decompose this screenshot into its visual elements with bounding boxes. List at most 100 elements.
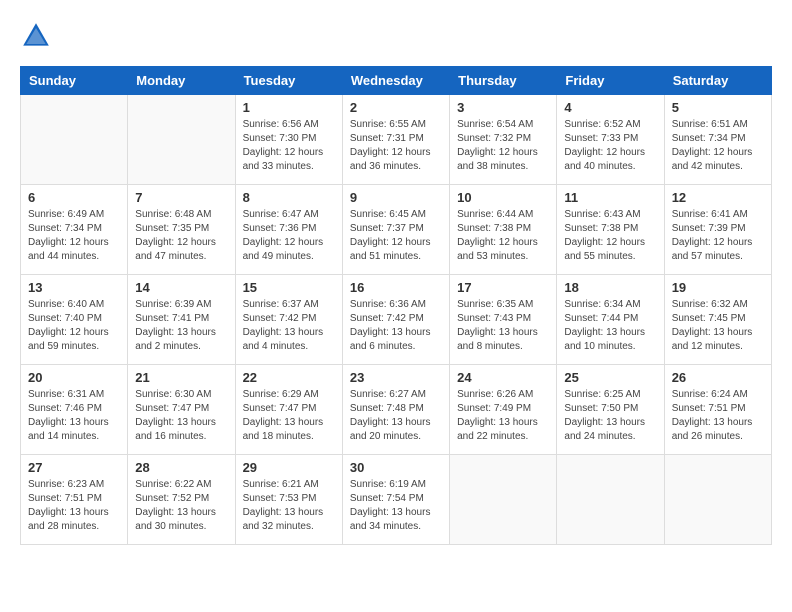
empty-cell: [664, 455, 771, 545]
week-row-3: 20 Sunrise: 6:31 AM Sunset: 7:46 PM Dayli…: [21, 365, 772, 455]
day-cell-4: 4 Sunrise: 6:52 AM Sunset: 7:33 PM Daylig…: [557, 95, 664, 185]
day-info: Sunrise: 6:35 AM Sunset: 7:43 PM Dayligh…: [457, 298, 549, 354]
day-cell-30: 30Sunrise: 6:19 AM Sunset: 7:54 PM Dayli…: [342, 455, 449, 545]
day-info: Sunrise: 6:55 AM Sunset: 7:31 PM Dayligh…: [350, 118, 442, 174]
day-cell-14: 14Sunrise: 6:39 AM Sunset: 7:41 PM Dayli…: [128, 275, 235, 365]
day-number: 27: [28, 460, 120, 475]
day-cell-23: 23 Sunrise: 6:27 AM Sunset: 7:48 PM Dayli…: [342, 365, 449, 455]
day-number: 26: [672, 370, 764, 385]
day-info: Sunrise: 6:24 AM Sunset: 7:51 PM Dayligh…: [672, 388, 764, 444]
day-cell-16: 16 Sunrise: 6:36 AM Sunset: 7:42 PM Dayli…: [342, 275, 449, 365]
day-number: 13: [28, 280, 120, 295]
day-number: 16: [350, 280, 442, 295]
day-info: Sunrise: 6:40 AM Sunset: 7:40 PM Dayligh…: [28, 298, 120, 354]
day-info: Sunrise: 6:43 AM Sunset: 7:38 PM Dayligh…: [564, 208, 656, 264]
day-info: Sunrise: 6:44 AM Sunset: 7:38 PM Dayligh…: [457, 208, 549, 264]
day-number: 17: [457, 280, 549, 295]
empty-cell: [450, 455, 557, 545]
day-cell-21: 21 Sunrise: 6:30 AM Sunset: 7:47 PM Dayli…: [128, 365, 235, 455]
day-info: Sunrise: 6:37 AM Sunset: 7:42 PM Dayligh…: [243, 298, 335, 354]
day-number: 8: [243, 190, 335, 205]
day-info: Sunrise: 6:31 AM Sunset: 7:46 PM Dayligh…: [28, 388, 120, 444]
day-info: Sunrise: 6:51 AM Sunset: 7:34 PM Dayligh…: [672, 118, 764, 174]
day-cell-15: 15 Sunrise: 6:37 AM Sunset: 7:42 PM Dayli…: [235, 275, 342, 365]
header-thursday: Thursday: [450, 67, 557, 95]
day-number: 10: [457, 190, 549, 205]
day-info: Sunrise: 6:56 AM Sunset: 7:30 PM Dayligh…: [243, 118, 335, 174]
day-cell-22: 22 Sunrise: 6:29 AM Sunset: 7:47 PM Dayli…: [235, 365, 342, 455]
week-row-4: 27 Sunrise: 6:23 AM Sunset: 7:51 PM Dayli…: [21, 455, 772, 545]
day-number: 24: [457, 370, 549, 385]
header-monday: Monday: [128, 67, 235, 95]
day-number: 21: [135, 370, 227, 385]
day-info: Sunrise: 6:36 AM Sunset: 7:42 PM Dayligh…: [350, 298, 442, 354]
day-cell-19: 19 Sunrise: 6:32 AM Sunset: 7:45 PM Dayli…: [664, 275, 771, 365]
day-cell-29: 29 Sunrise: 6:21 AM Sunset: 7:53 PM Dayli…: [235, 455, 342, 545]
week-row-2: 13 Sunrise: 6:40 AM Sunset: 7:40 PM Dayli…: [21, 275, 772, 365]
page: SundayMondayTuesdayWednesdayThursdayFrid…: [0, 0, 792, 555]
day-number: 11: [564, 190, 656, 205]
day-info: Sunrise: 6:52 AM Sunset: 7:33 PM Dayligh…: [564, 118, 656, 174]
day-info: Sunrise: 6:47 AM Sunset: 7:36 PM Dayligh…: [243, 208, 335, 264]
day-number: 1: [243, 100, 335, 115]
day-number: 12: [672, 190, 764, 205]
day-cell-6: 6 Sunrise: 6:49 AM Sunset: 7:34 PM Daylig…: [21, 185, 128, 275]
day-number: 20: [28, 370, 120, 385]
day-info: Sunrise: 6:25 AM Sunset: 7:50 PM Dayligh…: [564, 388, 656, 444]
header-tuesday: Tuesday: [235, 67, 342, 95]
week-row-1: 6 Sunrise: 6:49 AM Sunset: 7:34 PM Daylig…: [21, 185, 772, 275]
day-number: 3: [457, 100, 549, 115]
empty-cell: [21, 95, 128, 185]
calendar-table: SundayMondayTuesdayWednesdayThursdayFrid…: [20, 66, 772, 545]
day-number: 9: [350, 190, 442, 205]
calendar-header-row: SundayMondayTuesdayWednesdayThursdayFrid…: [21, 67, 772, 95]
empty-cell: [128, 95, 235, 185]
day-number: 25: [564, 370, 656, 385]
logo-icon: [20, 20, 52, 52]
week-row-0: 1 Sunrise: 6:56 AM Sunset: 7:30 PM Daylig…: [21, 95, 772, 185]
day-cell-1: 1 Sunrise: 6:56 AM Sunset: 7:30 PM Daylig…: [235, 95, 342, 185]
day-number: 2: [350, 100, 442, 115]
day-number: 15: [243, 280, 335, 295]
day-number: 4: [564, 100, 656, 115]
day-cell-17: 17 Sunrise: 6:35 AM Sunset: 7:43 PM Dayli…: [450, 275, 557, 365]
day-info: Sunrise: 6:41 AM Sunset: 7:39 PM Dayligh…: [672, 208, 764, 264]
day-info: Sunrise: 6:23 AM Sunset: 7:51 PM Dayligh…: [28, 478, 120, 534]
day-number: 22: [243, 370, 335, 385]
header-sunday: Sunday: [21, 67, 128, 95]
day-number: 14: [135, 280, 227, 295]
day-number: 19: [672, 280, 764, 295]
empty-cell: [557, 455, 664, 545]
day-info: Sunrise: 6:19 AM Sunset: 7:54 PM Dayligh…: [350, 478, 442, 534]
day-info: Sunrise: 6:32 AM Sunset: 7:45 PM Dayligh…: [672, 298, 764, 354]
logo: [20, 20, 56, 52]
day-number: 18: [564, 280, 656, 295]
day-number: 29: [243, 460, 335, 475]
day-cell-11: 11 Sunrise: 6:43 AM Sunset: 7:38 PM Dayli…: [557, 185, 664, 275]
day-cell-28: 28 Sunrise: 6:22 AM Sunset: 7:52 PM Dayli…: [128, 455, 235, 545]
day-info: Sunrise: 6:54 AM Sunset: 7:32 PM Dayligh…: [457, 118, 549, 174]
day-info: Sunrise: 6:22 AM Sunset: 7:52 PM Dayligh…: [135, 478, 227, 534]
day-number: 5: [672, 100, 764, 115]
day-info: Sunrise: 6:49 AM Sunset: 7:34 PM Dayligh…: [28, 208, 120, 264]
day-info: Sunrise: 6:48 AM Sunset: 7:35 PM Dayligh…: [135, 208, 227, 264]
day-cell-25: 25 Sunrise: 6:25 AM Sunset: 7:50 PM Dayli…: [557, 365, 664, 455]
day-info: Sunrise: 6:30 AM Sunset: 7:47 PM Dayligh…: [135, 388, 227, 444]
day-info: Sunrise: 6:45 AM Sunset: 7:37 PM Dayligh…: [350, 208, 442, 264]
day-cell-13: 13 Sunrise: 6:40 AM Sunset: 7:40 PM Dayli…: [21, 275, 128, 365]
header: [20, 20, 772, 52]
day-cell-9: 9 Sunrise: 6:45 AM Sunset: 7:37 PM Daylig…: [342, 185, 449, 275]
day-info: Sunrise: 6:26 AM Sunset: 7:49 PM Dayligh…: [457, 388, 549, 444]
day-info: Sunrise: 6:27 AM Sunset: 7:48 PM Dayligh…: [350, 388, 442, 444]
day-cell-20: 20 Sunrise: 6:31 AM Sunset: 7:46 PM Dayli…: [21, 365, 128, 455]
day-number: 28: [135, 460, 227, 475]
day-number: 6: [28, 190, 120, 205]
day-info: Sunrise: 6:29 AM Sunset: 7:47 PM Dayligh…: [243, 388, 335, 444]
day-number: 23: [350, 370, 442, 385]
day-cell-2: 2 Sunrise: 6:55 AM Sunset: 7:31 PM Daylig…: [342, 95, 449, 185]
day-number: 7: [135, 190, 227, 205]
day-cell-3: 3 Sunrise: 6:54 AM Sunset: 7:32 PM Daylig…: [450, 95, 557, 185]
day-cell-7: 7 Sunrise: 6:48 AM Sunset: 7:35 PM Daylig…: [128, 185, 235, 275]
day-info: Sunrise: 6:21 AM Sunset: 7:53 PM Dayligh…: [243, 478, 335, 534]
day-cell-18: 18Sunrise: 6:34 AM Sunset: 7:44 PM Dayli…: [557, 275, 664, 365]
